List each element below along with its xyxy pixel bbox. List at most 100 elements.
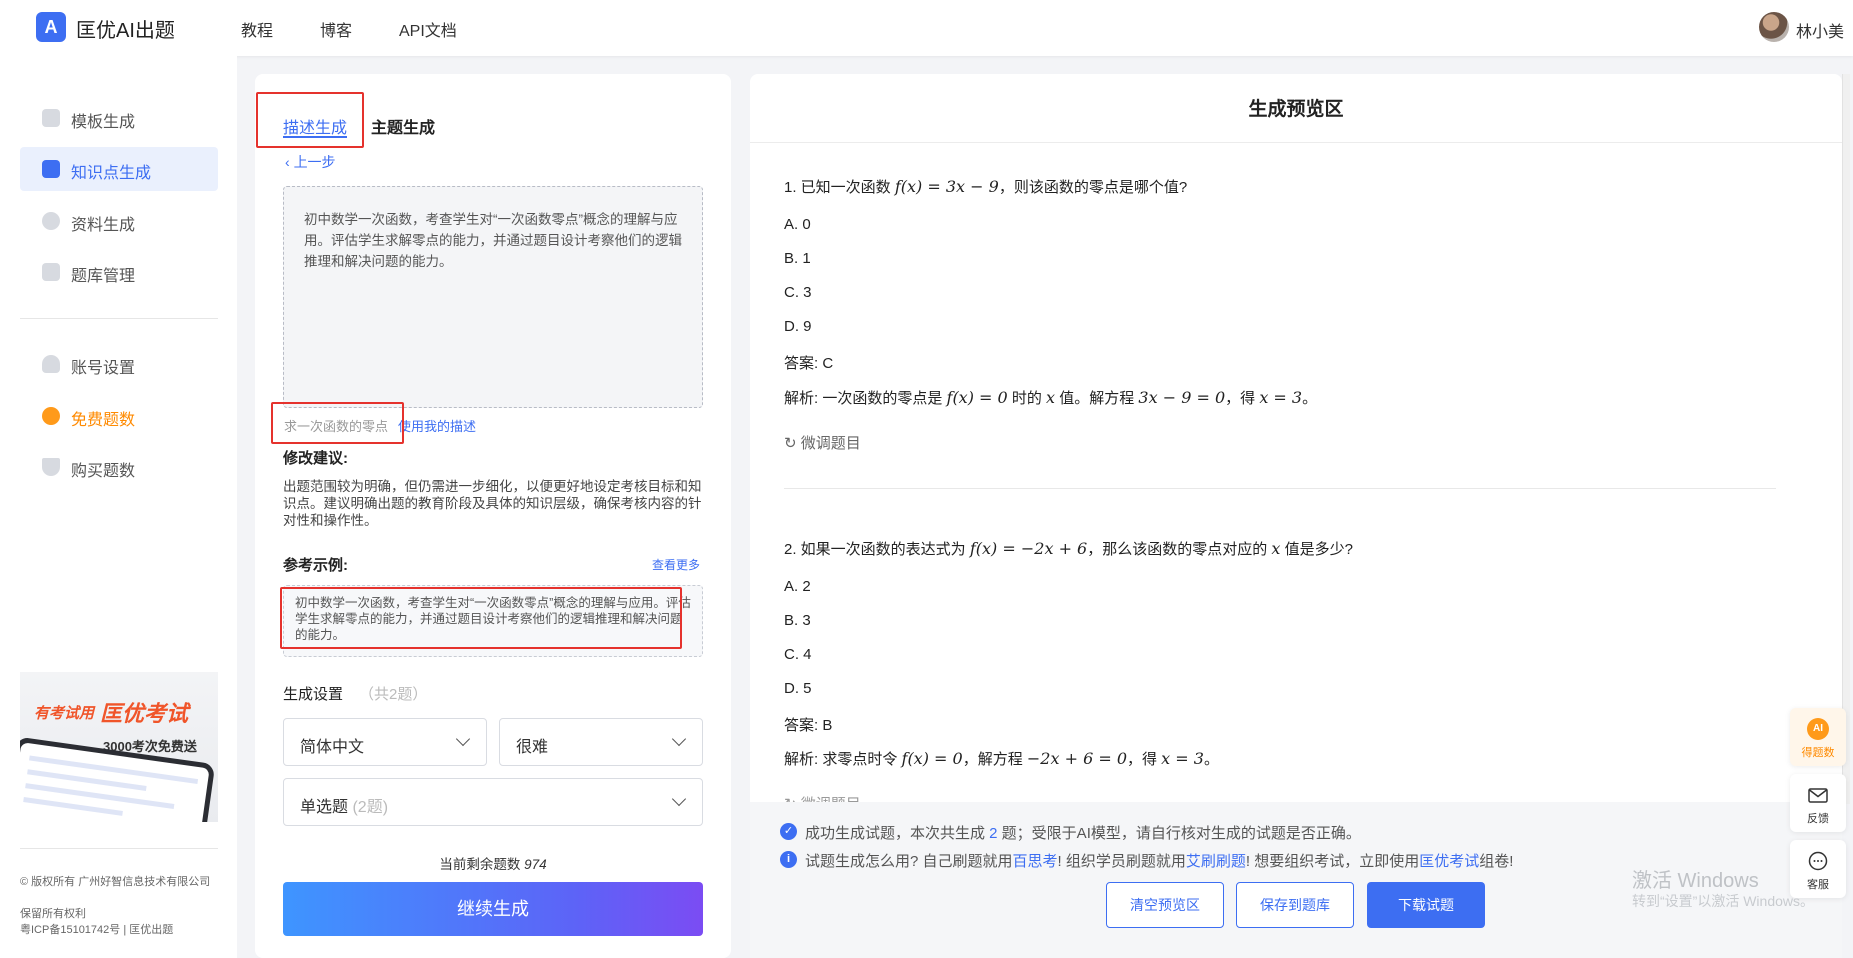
question-2-option-a: A. 2: [784, 578, 811, 595]
promo-tagline: 有考试用: [34, 705, 95, 722]
promo-banner[interactable]: 有考试用 匡优考试 3000考次免费送: [20, 672, 218, 822]
question-2-option-c: C. 4: [784, 646, 812, 663]
ai-coin-icon: AI: [1807, 718, 1829, 740]
fine-tune-question-1[interactable]: ↻ 微调题目: [784, 432, 861, 453]
question-type-select[interactable]: 单选题 (2题): [283, 778, 703, 826]
status-success-message: 成功生成试题，本次共生成 2 题；受限于AI模型，请自行核对生成的试题是否正确。: [805, 825, 1361, 842]
description-textarea[interactable]: 初中数学一次函数，考查学生对“一次函数零点”概念的理解与应用。评估学生求解零点的…: [283, 186, 703, 408]
sidebar-item-free-questions[interactable]: 免费题数: [20, 394, 218, 438]
text-icon: [42, 212, 60, 230]
preview-scrollbar[interactable]: [1842, 74, 1850, 804]
download-button[interactable]: 下载试题: [1367, 882, 1485, 928]
windows-activation-hint: 转到“设置”以激活 Windows。: [1632, 893, 1815, 909]
question-1-option-a: A. 0: [784, 216, 811, 233]
float-get-questions[interactable]: AI 得题数: [1790, 708, 1846, 766]
float-feedback[interactable]: 反馈: [1790, 774, 1846, 832]
back-label: 上一步: [293, 154, 336, 170]
remaining-label: 当前剩余题数: [439, 857, 521, 872]
sidebar-item-knowledge[interactable]: 知识点生成: [20, 147, 218, 191]
float-label: 反馈: [1807, 813, 1829, 825]
difficulty-select[interactable]: 很难: [499, 718, 703, 766]
back-link[interactable]: ‹ 上一步: [285, 152, 336, 172]
app-logo-icon[interactable]: A: [36, 12, 66, 42]
nav-api-docs[interactable]: API文档: [399, 17, 457, 41]
chat-icon: [1808, 851, 1828, 871]
remaining-count: 当前剩余题数 974: [283, 853, 703, 873]
nav-blog[interactable]: 博客: [320, 17, 352, 41]
reference-title: 参考示例:: [283, 557, 348, 574]
highlight-box: [271, 402, 404, 444]
sidebar-item-material[interactable]: 资料生成: [20, 199, 218, 243]
sidebar-item-account[interactable]: 账号设置: [20, 342, 218, 386]
chevron-down-icon: [455, 731, 471, 747]
generation-settings-count: （共2题）: [359, 686, 428, 703]
bank-icon: [42, 263, 60, 281]
question-1-option-d: D. 9: [784, 318, 812, 335]
question-2-explanation: 解析: 求零点时令 f(x) = 0，解方程 −2x + 6 = 0，得 x =…: [784, 749, 1219, 768]
question-type-count: (2题): [352, 799, 389, 816]
question-1-answer: 答案: C: [784, 355, 834, 372]
pencil-icon: [42, 160, 60, 178]
continue-generate-button[interactable]: 继续生成: [283, 882, 703, 936]
promo-brand: 匡优考试: [100, 701, 189, 726]
copyright-rights: 保留所有权利: [20, 908, 86, 920]
select-value: 简体中文: [300, 739, 365, 756]
highlight-box: [256, 92, 364, 148]
copyright-owner: © 版权所有 广州好智信息技术有限公司: [20, 876, 211, 888]
link-kuangyou-exam[interactable]: 匡优考试: [1419, 853, 1479, 870]
nav-tutorial[interactable]: 教程: [241, 17, 273, 41]
sidebar-divider: [20, 848, 218, 849]
preview-title: 生成预览区: [1248, 99, 1344, 120]
user-icon: [42, 355, 60, 373]
status-usage-tip: 试题生成怎么用? 自己刷题就用百思考! 组织学员刷题就用艾刷刷题! 想要组织考试…: [805, 853, 1514, 870]
link-baisikao[interactable]: 百思考: [1013, 853, 1058, 870]
preview-divider: [750, 142, 1842, 143]
top-header: [0, 0, 1853, 56]
chevron-left-icon: ‹: [285, 154, 294, 170]
sidebar-item-buy-questions[interactable]: 购买题数: [20, 445, 218, 489]
question-2-option-b: B. 3: [784, 612, 811, 629]
select-value: 单选题 (2题): [300, 793, 388, 817]
question-2-stem: 2. 如果一次函数的表达式为 f(x) = −2x + 6，那么该函数的零点对应…: [784, 539, 1353, 558]
sidebar-item-question-bank[interactable]: 题库管理: [20, 250, 218, 294]
language-select[interactable]: 简体中文: [283, 718, 487, 766]
sidebar-divider: [20, 318, 218, 319]
view-more-link[interactable]: 查看更多: [652, 556, 700, 573]
ai-coin-icon: [42, 407, 60, 425]
save-to-bank-button[interactable]: 保存到题库: [1236, 882, 1354, 928]
sidebar: [0, 56, 237, 958]
sidebar-item-label: 免费题数: [71, 412, 136, 429]
diamond-icon: [42, 458, 60, 476]
sidebar-item-label: 资料生成: [71, 217, 136, 234]
fine-tune-label: 微调题目: [800, 435, 861, 452]
clear-preview-button[interactable]: 清空预览区: [1106, 882, 1224, 928]
sidebar-item-label: 题库管理: [71, 268, 136, 285]
generation-settings-title: 生成设置: [283, 686, 344, 703]
use-my-description-link[interactable]: 使用我的描述: [398, 416, 476, 435]
tab-topic-generate[interactable]: 主题生成: [371, 114, 435, 138]
sidebar-item-label: 购买题数: [71, 463, 136, 480]
float-label: 得题数: [1801, 747, 1835, 759]
float-customer-service[interactable]: 客服: [1790, 840, 1846, 898]
question-1-option-c: C. 3: [784, 284, 812, 301]
chevron-down-icon: [671, 731, 687, 747]
question-1-explanation: 解析: 一次函数的零点是 f(x) = 0 时的 x 值。解方程 3x − 9 …: [784, 388, 1318, 407]
sidebar-item-label: 知识点生成: [71, 165, 152, 182]
question-1-option-b: B. 1: [784, 250, 811, 267]
app-name[interactable]: 匡优AI出题: [76, 14, 175, 43]
remaining-value: 974: [524, 857, 547, 872]
question-2-answer: 答案: B: [784, 717, 833, 734]
sidebar-item-template[interactable]: 模板生成: [20, 96, 218, 140]
link-aishua[interactable]: 艾刷刷题: [1186, 853, 1246, 870]
question-1-stem: 1. 已知一次函数 f(x) = 3x − 9，则该函数的零点是哪个值?: [784, 177, 1188, 196]
highlight-box: [280, 587, 682, 649]
sidebar-item-label: 模板生成: [71, 114, 136, 131]
icp-record[interactable]: 粤ICP备15101742号 | 匡优出题: [20, 922, 173, 938]
suggestion-text: 出题范围较为明确，但仍需进一步细化，以便更好地设定考核目标和知识点。建议明确出题…: [283, 479, 702, 528]
user-name[interactable]: 林小美: [1796, 18, 1844, 42]
info-circle-icon: i: [780, 851, 797, 868]
mail-icon: [1808, 788, 1828, 803]
refresh-icon: ↻: [784, 435, 801, 452]
user-avatar[interactable]: [1759, 12, 1789, 42]
windows-activation-watermark: 激活 Windows: [1632, 870, 1759, 892]
